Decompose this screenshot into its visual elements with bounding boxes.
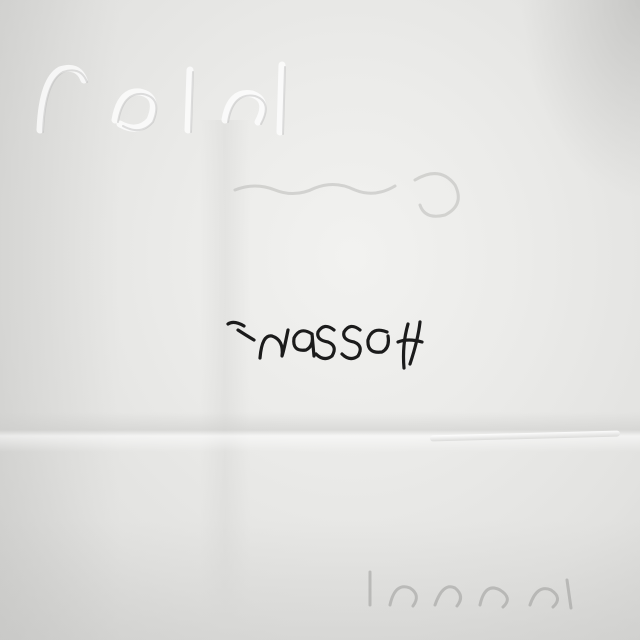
handwriting-strokes [226,320,424,370]
embossed-marks-top [36,61,286,136]
paper-shadow-bottom [0,520,640,640]
paper-fold-horizontal [0,412,640,452]
faint-marks-bottom [368,570,573,610]
faint-marks-mid [233,172,460,218]
paper-photo [0,0,640,640]
paper-shadow-corner [520,0,640,200]
handwritten-name [222,300,432,380]
paper-shadow-left [0,0,120,640]
paper-crease [429,430,621,442]
